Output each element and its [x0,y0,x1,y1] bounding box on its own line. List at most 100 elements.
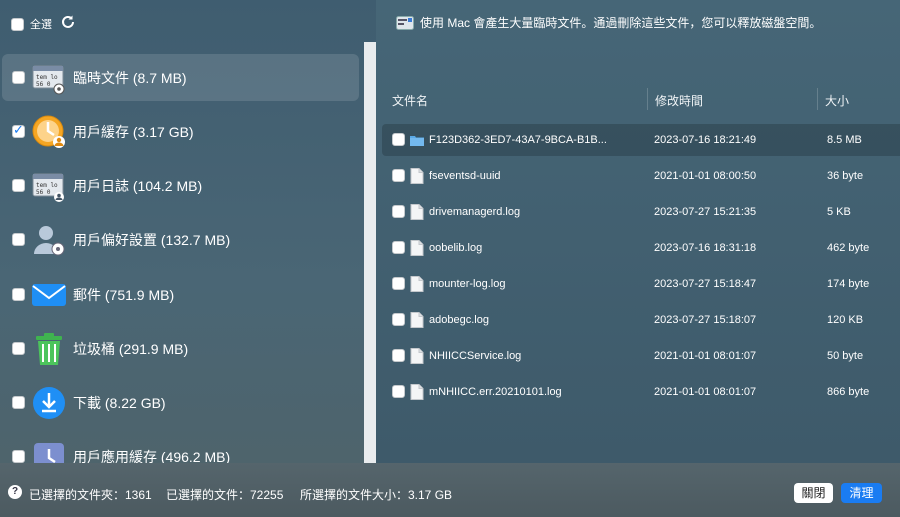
select-all-checkbox[interactable] [11,17,24,31]
file-modified-time: 2021-01-01 08:01:07 [654,350,757,362]
file-icon [410,276,424,292]
category-scrollbar[interactable] [364,42,376,463]
file-size: 120 KB [827,314,864,326]
file-name: F123D362-3ED7-43A7-9BCA-B1B... [429,134,607,146]
category-label: 用戶緩存 (3.17 GB) [73,123,194,140]
trash-icon [31,331,67,367]
app-cache-icon [31,439,67,463]
close-button[interactable]: 關閉 [794,483,833,503]
column-name[interactable]: 文件名 [392,92,428,109]
category-item[interactable]: 郵件 (751.9 MB) [2,271,359,318]
log-file-gear-icon: tem lo 56 0 [31,60,67,96]
file-modified-time: 2023-07-16 18:21:49 [654,134,757,146]
file-icon [410,204,424,220]
file-name: adobegc.log [429,314,489,326]
clock-user-icon [31,114,67,150]
mail-icon [31,277,67,313]
category-checkbox[interactable] [12,288,25,301]
file-modified-time: 2021-01-01 08:01:07 [654,386,757,398]
row-checkbox[interactable] [392,169,405,182]
svg-text:56 0: 56 0 [36,81,51,88]
category-item[interactable]: 垃圾桶 (291.9 MB) [2,325,359,372]
row-checkbox[interactable] [392,241,405,254]
file-size: 462 byte [827,242,870,254]
table-row[interactable]: F123D362-3ED7-43A7-9BCA-B1B... 2023-07-16… [382,124,900,156]
file-name: NHIICCService.log [429,350,522,362]
category-checkbox[interactable] [12,450,25,463]
category-panel: 全選 tem lo56 0臨時文件 (8.7 MB)用戶緩存 (3.17 GB)… [0,0,364,463]
file-icon [410,348,424,364]
category-item[interactable]: tem lo 56 0 用戶日誌 (104.2 MB) [2,162,359,209]
refresh-icon[interactable] [60,14,76,30]
category-item[interactable]: 下載 (8.22 GB) [2,379,359,426]
category-label: 用戶應用緩存 (496.2 MB) [73,448,231,464]
file-name: drivemanagerd.log [429,206,521,218]
file-modified-time: 2023-07-27 15:21:35 [654,206,757,218]
category-label: 用戶日誌 (104.2 MB) [73,177,203,194]
category-label: 臨時文件 (8.7 MB) [73,69,187,86]
selected-size: 所選擇的文件大小：3.17 GB [300,488,453,502]
table-row[interactable]: mounter-log.log 2023-07-27 15:18:47 174 by… [382,268,900,300]
row-checkbox[interactable] [392,205,405,218]
category-label: 垃圾桶 (291.9 MB) [73,340,189,357]
column-divider[interactable] [647,88,648,110]
table-row[interactable]: NHIICCService.log 2021-01-01 08:01:07 50 b… [382,340,900,372]
svg-text:tem lo: tem lo [36,74,58,81]
row-checkbox[interactable] [392,313,405,326]
table-row[interactable]: fseventsd-uuid 2021-01-01 08:00:50 36 byte [382,160,900,192]
select-all[interactable]: 全選 [11,16,52,32]
row-checkbox[interactable] [392,277,405,290]
file-icon [410,312,424,328]
download-icon [31,385,67,421]
category-checkbox[interactable] [12,71,25,84]
row-checkbox[interactable] [392,385,405,398]
file-modified-time: 2023-07-27 15:18:47 [654,278,757,290]
table-row[interactable]: adobegc.log 2023-07-27 15:18:07 120 KB [382,304,900,336]
file-size: 8.5 MB [827,134,862,146]
file-size: 5 KB [827,206,851,218]
select-all-label: 全選 [30,19,52,31]
category-checkbox[interactable] [12,123,25,138]
category-item[interactable]: 用戶應用緩存 (496.2 MB) [2,433,359,463]
category-item[interactable]: tem lo 56 0 臨時文件 (8.7 MB) [2,54,359,101]
category-label: 用戶偏好設置 (132.7 MB) [73,231,231,248]
file-icon [410,168,424,184]
category-checkbox[interactable] [12,233,25,246]
file-size: 36 byte [827,170,864,182]
category-item[interactable]: 用戶偏好設置 (132.7 MB) [2,216,359,263]
file-modified-time: 2021-01-01 08:00:50 [654,170,757,182]
files-selected-count: 已選擇的文件：72255 [166,488,284,502]
column-size[interactable]: 大小 [825,92,849,109]
column-divider[interactable] [817,88,818,110]
category-item[interactable]: 用戶緩存 (3.17 GB) [2,108,359,155]
file-size: 866 byte [827,386,870,398]
category-checkbox[interactable] [12,342,25,355]
row-checkbox[interactable] [392,133,405,146]
category-checkbox[interactable] [12,396,25,409]
file-name: fseventsd-uuid [429,170,501,182]
column-time[interactable]: 修改時間 [655,92,703,109]
row-checkbox[interactable] [392,349,405,362]
table-row[interactable]: mNHIICC.err.20210101.log 2021-01-01 08:01… [382,376,900,408]
file-name: mounter-log.log [429,278,506,290]
description-text: 使用 Mac 會產生大量臨時文件。通過刪除這些文件，您可以釋放磁盤空間。 [420,16,822,30]
file-icon [410,240,424,256]
category-label: 下載 (8.22 GB) [73,394,166,411]
svg-text:56 0: 56 0 [36,189,51,196]
file-detail-panel: 使用 Mac 會產生大量臨時文件。通過刪除這些文件，您可以釋放磁盤空間。 文件名… [376,0,900,463]
svg-text:tem lo: tem lo [36,182,58,189]
log-file-icon [396,15,414,30]
file-size: 50 byte [827,350,864,362]
file-name: oobelib.log [429,242,483,254]
folder-icon [410,132,424,148]
table-row[interactable]: drivemanagerd.log 2023-07-27 15:21:35 5 KB [382,196,900,228]
status-bar: ? 已選擇的文件夾：1361 已選擇的文件：72255 所選擇的文件大小：3.1… [0,463,900,517]
clean-button[interactable]: 清理 [841,483,882,503]
table-row[interactable]: oobelib.log 2023-07-16 18:31:18 462 byte [382,232,900,264]
file-size: 174 byte [827,278,870,290]
category-checkbox[interactable] [12,179,25,192]
folders-selected-count: 已選擇的文件夾：1361 [29,488,152,502]
file-table-header: 文件名 修改時間 大小 [376,84,900,114]
file-modified-time: 2023-07-27 15:18:07 [654,314,757,326]
help-icon[interactable]: ? [8,485,22,499]
